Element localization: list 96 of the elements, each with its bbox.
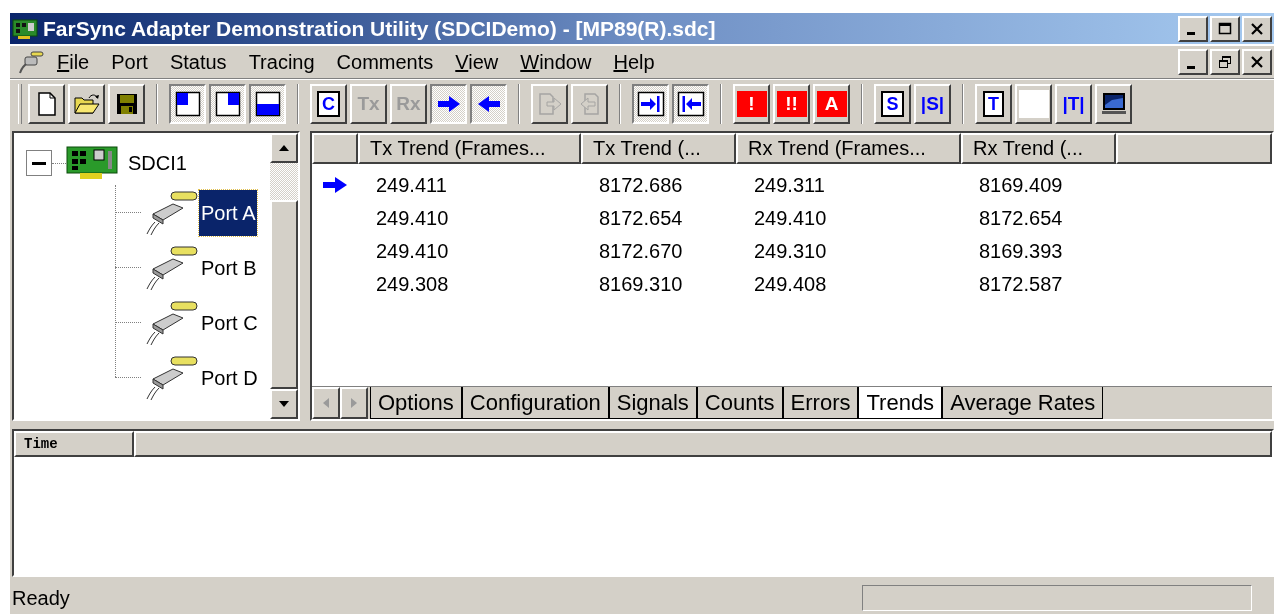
menu-item[interactable]: Status bbox=[158, 46, 238, 78]
tab[interactable]: Counts bbox=[696, 387, 783, 419]
arrow-to-bar-icon bbox=[676, 91, 705, 117]
table-cell: 249.410 bbox=[754, 206, 827, 229]
maximize-button[interactable] bbox=[1210, 15, 1240, 42]
table-cell: 8172.670 bbox=[599, 239, 683, 262]
table-cell: 249.410 bbox=[376, 239, 449, 262]
table-cell: 249.308 bbox=[376, 272, 449, 295]
close-icon bbox=[1250, 55, 1264, 69]
tab[interactable]: Average Rates bbox=[942, 387, 1104, 419]
bottom-pane-icon bbox=[254, 91, 281, 117]
maximize-icon bbox=[1218, 21, 1232, 36]
right-arrow-icon bbox=[435, 94, 462, 114]
toolbar-button[interactable] bbox=[430, 84, 467, 124]
minimize-icon bbox=[1187, 32, 1195, 35]
monitor-icon bbox=[1099, 91, 1128, 117]
table-cell: 8169.409 bbox=[979, 173, 1063, 196]
toolbar-button[interactable] bbox=[169, 84, 206, 124]
new-document-icon bbox=[35, 91, 58, 117]
toolbar-button[interactable] bbox=[632, 84, 669, 124]
left-triangle-icon bbox=[321, 396, 331, 410]
circuit-board-icon bbox=[12, 17, 40, 40]
window-title: FarSync Adapter Demonstration Utility (SDCIDemo) - [MP89(R).sdc] bbox=[43, 15, 717, 42]
menu-item[interactable]: Tracing bbox=[237, 46, 326, 78]
close-button[interactable] bbox=[1242, 15, 1272, 42]
column-header[interactable]: Tx Trend (... bbox=[581, 133, 736, 164]
toolbar-button[interactable]: !! bbox=[773, 84, 810, 124]
toolbar-button[interactable]: T bbox=[975, 84, 1012, 124]
top-left-pane-icon bbox=[174, 91, 201, 117]
column-header[interactable]: Time bbox=[14, 431, 134, 457]
down-triangle-icon bbox=[277, 399, 291, 409]
toolbar-button[interactable] bbox=[672, 84, 709, 124]
table-cell: 8172.654 bbox=[979, 206, 1063, 229]
tree-item[interactable]: Port A bbox=[199, 189, 258, 236]
toolbar-button[interactable]: |T| bbox=[1055, 84, 1092, 124]
toolbar-button[interactable]: |S| bbox=[914, 84, 951, 124]
toolbar-button[interactable]: S bbox=[874, 84, 911, 124]
menu-item[interactable]: View bbox=[444, 46, 510, 78]
table-cell: 249.310 bbox=[754, 239, 827, 262]
table-cell: 249.411 bbox=[376, 173, 447, 196]
menu-item[interactable]: Comments bbox=[325, 46, 445, 78]
table-cell: 249.410 bbox=[376, 206, 449, 229]
right-triangle-icon bbox=[349, 396, 359, 410]
tree-item[interactable]: Port D bbox=[199, 354, 260, 401]
menu-item[interactable]: Port bbox=[100, 46, 159, 78]
menu-item[interactable]: Window bbox=[509, 46, 603, 78]
table-cell: 8172.686 bbox=[599, 173, 683, 196]
menu-item[interactable]: File bbox=[46, 46, 101, 78]
column-header[interactable]: Rx Trend (Frames... bbox=[736, 133, 961, 164]
tree-item[interactable]: Port B bbox=[199, 244, 259, 291]
minimize-icon bbox=[1187, 65, 1195, 69]
restore-button[interactable] bbox=[1210, 49, 1240, 75]
toolbar-button[interactable] bbox=[209, 84, 246, 124]
column-header[interactable]: Rx Trend (... bbox=[961, 133, 1116, 164]
toolbar-button[interactable]: ! bbox=[733, 84, 770, 124]
tab-scroll-left-button[interactable] bbox=[312, 387, 340, 419]
scroll-up-button[interactable] bbox=[270, 133, 298, 163]
toolbar-button[interactable]: A bbox=[813, 84, 850, 124]
minimize-button[interactable] bbox=[1178, 49, 1208, 75]
arrow-to-bar-icon bbox=[636, 91, 665, 117]
connector-icon bbox=[16, 49, 46, 75]
menu-item[interactable]: Help bbox=[602, 46, 666, 78]
table-cell: 249.408 bbox=[754, 272, 827, 295]
status-text: Ready bbox=[11, 585, 71, 611]
tree-item[interactable]: Port C bbox=[199, 299, 260, 346]
column-header[interactable]: Tx Trend (Frames... bbox=[358, 133, 581, 164]
tab[interactable]: Options bbox=[370, 387, 462, 419]
up-triangle-icon bbox=[277, 143, 291, 153]
tree-item[interactable]: SDCI1 bbox=[126, 148, 189, 178]
toolbar-button[interactable] bbox=[470, 84, 507, 124]
open-folder-icon bbox=[72, 92, 101, 116]
blank-icon bbox=[1018, 90, 1049, 118]
table-cell: 8172.587 bbox=[979, 272, 1063, 295]
collapse-toggle[interactable] bbox=[26, 150, 52, 176]
toolbar-button[interactable] bbox=[249, 84, 286, 124]
restore-icon bbox=[1218, 55, 1232, 69]
top-right-pane-icon bbox=[214, 91, 241, 117]
close-icon bbox=[1250, 21, 1264, 36]
table-cell: 8169.310 bbox=[599, 272, 683, 295]
table-row[interactable]: 249.308 8169.310 249.408 8172.587 bbox=[312, 267, 1272, 300]
tab[interactable]: Configuration bbox=[461, 387, 609, 419]
table-cell: 8169.393 bbox=[979, 239, 1063, 262]
tab-scroll-right-button[interactable] bbox=[340, 387, 368, 419]
table-row[interactable]: 249.410 8172.654 249.410 8172.654 bbox=[312, 201, 1272, 234]
document-arrow-icon bbox=[536, 92, 563, 116]
close-button[interactable] bbox=[1242, 49, 1272, 75]
table-cell: 8172.654 bbox=[599, 206, 683, 229]
tab[interactable]: Trends bbox=[858, 387, 943, 419]
tab[interactable]: Signals bbox=[608, 387, 697, 419]
toolbar-button[interactable]: C bbox=[310, 84, 347, 124]
table-row[interactable]: 249.410 8172.670 249.310 8169.393 bbox=[312, 234, 1272, 267]
scroll-thumb[interactable] bbox=[270, 200, 298, 389]
tab[interactable]: Errors bbox=[782, 387, 859, 419]
minimize-button[interactable] bbox=[1178, 15, 1208, 42]
scroll-down-button[interactable] bbox=[270, 389, 298, 419]
table-cell: 249.311 bbox=[754, 173, 825, 196]
